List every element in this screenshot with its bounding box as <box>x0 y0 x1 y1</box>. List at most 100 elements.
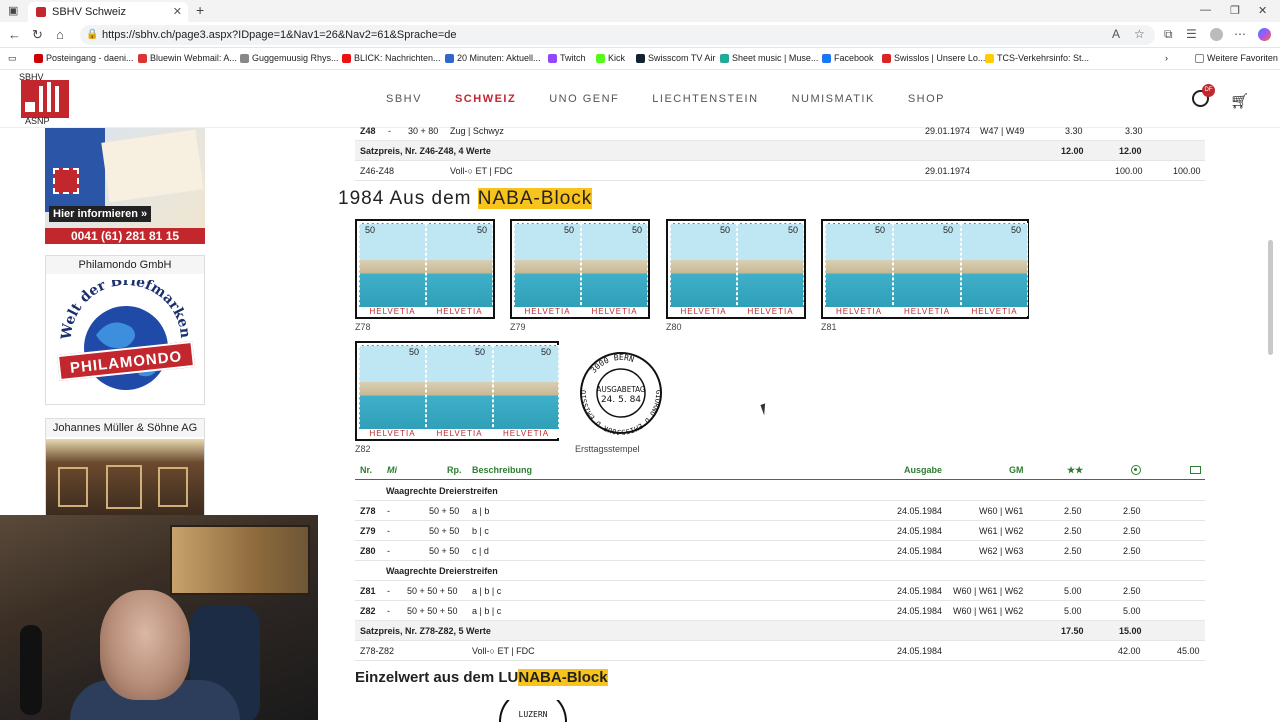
postmark-stamp[interactable]: 3000 BERN JOUR D'EMISSION GIORNO D'EMISS… <box>578 350 664 436</box>
set-price-row: Satzpreis, Nr. Z46-Z48, 4 Werte 12.00 12… <box>355 141 1205 161</box>
bookmark-item[interactable]: Bluewin Webmail: A... <box>138 53 237 63</box>
nav-schweiz[interactable]: SCHWEIZ <box>455 93 516 105</box>
ad-cta[interactable]: Hier informieren » <box>49 206 152 222</box>
collections-icon[interactable]: ☰ <box>1186 27 1197 41</box>
main-content: Z48 - 30 + 80 Zug | Schwyz 29.01.1974 W4… <box>338 126 1208 722</box>
table-row: Z48 - 30 + 80 Zug | Schwyz 29.01.1974 W4… <box>355 121 1205 141</box>
close-window-icon[interactable]: ✕ <box>1258 4 1267 17</box>
bookmark-item[interactable]: Kick <box>596 53 625 63</box>
group-row: Waagrechte Dreierstreifen <box>355 481 1205 501</box>
cart-icon[interactable]: 🛒︎ <box>1230 92 1249 110</box>
bookmark-item[interactable]: TCS-Verkehrsinfo: St... <box>985 53 1089 63</box>
stamp-z78[interactable]: 50 50 HELVETIA HELVETIA <box>355 219 495 319</box>
favicon-icon <box>36 7 46 17</box>
ad-phone: 0041 (61) 281 81 15 <box>45 228 205 244</box>
ad-stamp-image <box>45 128 105 212</box>
bookmark-item[interactable]: Twitch <box>548 53 586 63</box>
postmark-caption: Ersttagsstempel <box>575 444 640 454</box>
set-price-row: Satzpreis, Nr. Z78-Z82, 5 Werte 17.50 15… <box>355 621 1205 641</box>
main-nav: SBHV SCHWEIZ UNO GENF LIECHTENSTEIN NUMI… <box>386 93 945 105</box>
bookmark-item[interactable]: Guggemuusig Rhys... <box>240 53 339 63</box>
ad-title: Philamondo GmbH <box>46 256 204 274</box>
browser-tab[interactable]: SBHV Schweiz ✕ <box>28 2 188 22</box>
ad-letter-image <box>101 129 204 203</box>
user-badge: DF <box>1202 84 1215 97</box>
sbhv-logo[interactable]: SBHV ASNP <box>19 72 71 127</box>
svg-text:AUSGABETAG: AUSGABETAG <box>597 385 646 394</box>
chevron-right-icon[interactable]: › <box>1165 53 1168 63</box>
copilot-icon[interactable] <box>1258 28 1271 41</box>
new-tab-icon[interactable]: + <box>196 2 204 18</box>
ad-shop-image <box>46 439 204 517</box>
more-icon[interactable]: ⋯ <box>1234 27 1246 41</box>
microphone <box>20 625 42 715</box>
tab-title: SBHV Schweiz <box>52 6 126 18</box>
extensions-icon[interactable]: ⧉ <box>1164 27 1173 42</box>
ad-banner-1[interactable]: Hier informieren » 0041 (61) 281 81 15 <box>45 128 205 244</box>
minimize-icon[interactable]: — <box>1200 4 1211 16</box>
tab-actions-icon[interactable]: ▣ <box>8 4 18 17</box>
ad-banner-mueller[interactable]: Johannes Müller & Söhne AG <box>45 418 205 518</box>
read-aloud-icon[interactable]: A <box>1112 27 1120 41</box>
envelope-icon <box>1190 466 1201 474</box>
stamp-z80[interactable]: 50 50 HELVETIA HELVETIA <box>666 219 806 319</box>
svg-text:24. 5. 84: 24. 5. 84 <box>601 395 641 405</box>
back-icon[interactable]: ← <box>8 27 21 42</box>
stamp-code: Z82 <box>355 444 371 454</box>
wall-picture <box>170 525 310 595</box>
table-header: Nr. Mi Rp. Beschreibung Ausgabe GM ★★ <box>355 460 1205 480</box>
site-header: SBHV ASNP SBHV SCHWEIZ UNO GENF LIECHTEN… <box>0 70 1280 128</box>
home-icon[interactable]: ⌂ <box>56 27 64 42</box>
maximize-icon[interactable]: ❐ <box>1230 4 1240 17</box>
bookmark-item[interactable]: BLICK: Nachrichten... <box>342 53 441 63</box>
section-title-2: Einzelwert aus dem LUNABA-Block <box>355 669 608 686</box>
ad-banner-philamondo[interactable]: Philamondo GmbH Welt der Briefmarken PHI… <box>45 255 205 405</box>
bookmark-item[interactable]: Swisscom TV Air <box>636 53 715 63</box>
profile-icon[interactable] <box>1210 28 1223 41</box>
table-row: Z78 - 50 + 50 a | b 24.05.1984 W60 | W61… <box>355 501 1205 521</box>
fdc-row: Z78-Z82 Voll-○ ET | FDC 24.05.1984 42.00… <box>355 641 1205 661</box>
svg-text:3000 BERN: 3000 BERN <box>589 353 635 375</box>
nav-uno-genf[interactable]: UNO GENF <box>549 93 619 105</box>
bookmark-item[interactable]: 20 Minuten: Aktuell... <box>445 53 541 63</box>
stamp-z79[interactable]: 50 50 HELVETIA HELVETIA <box>510 219 650 319</box>
bookmark-item[interactable]: Swisslos | Unsere Lo... <box>882 53 985 63</box>
circle-dot-icon <box>1131 465 1141 475</box>
fdc-row: Z46-Z48 Voll-○ ET | FDC 29.01.1974 100.0… <box>355 161 1205 181</box>
favorite-star-icon[interactable]: ☆ <box>1134 27 1145 41</box>
stamp-z81[interactable]: 50 50 50 HELVETIA HELVETIA HELVETIA <box>821 219 1029 319</box>
stamp-code: Z81 <box>821 322 837 332</box>
globe-logo-icon: Welt der Briefmarken <box>58 280 193 390</box>
section-title: 1984 Aus dem NABA-Block <box>338 188 593 209</box>
webcam-overlay <box>0 515 318 720</box>
nav-numismatik[interactable]: NUMISMATIK <box>792 93 875 105</box>
bookmark-item[interactable]: Facebook <box>822 53 874 63</box>
nav-shop[interactable]: SHOP <box>908 93 945 105</box>
url-text: https://sbhv.ch/page3.aspx?IDpage=1&Nav1… <box>102 29 457 41</box>
person-head <box>100 590 190 700</box>
stamp-code: Z80 <box>666 322 682 332</box>
bookmarks-panel-icon[interactable]: ▭ <box>8 53 17 64</box>
nav-sbhv[interactable]: SBHV <box>386 93 422 105</box>
other-bookmarks[interactable]: Weitere Favoriten <box>1195 53 1278 63</box>
logo-text-bottom: ASNP <box>25 116 50 126</box>
table-row: Z79 - 50 + 50 b | c 24.05.1984 W61 | W62… <box>355 521 1205 541</box>
stamp-z82[interactable]: 50 50 50 HELVETIA HELVETIA HELVETIA <box>355 341 559 441</box>
lock-icon: 🔒 <box>86 29 99 40</box>
scrollbar-thumb[interactable] <box>1268 240 1273 355</box>
table-row: Z81 - 50 + 50 + 50 a | b | c 24.05.1984 … <box>355 581 1205 601</box>
table-row: Z82 - 50 + 50 + 50 a | b | c 24.05.1984 … <box>355 601 1205 621</box>
browser-tab-bar: ▣ SBHV Schweiz ✕ + — ❐ ✕ <box>0 0 1280 22</box>
postmark-partial: LUZERN <box>499 700 567 722</box>
group-row: Waagrechte Dreierstreifen <box>355 561 1205 581</box>
stamp-code: Z79 <box>510 322 526 332</box>
table-row: Z80 - 50 + 50 c | d 24.05.1984 W62 | W63… <box>355 541 1205 561</box>
close-tab-icon[interactable]: ✕ <box>173 5 182 18</box>
bookmark-item[interactable]: Posteingang - daeni... <box>34 53 134 63</box>
bookmark-item[interactable]: Sheet music | Muse... <box>720 53 818 63</box>
nav-liechtenstein[interactable]: LIECHTENSTEIN <box>652 93 758 105</box>
refresh-icon[interactable]: ↻ <box>32 27 43 43</box>
logo-text-top: SBHV <box>19 72 44 82</box>
url-field[interactable]: 🔒 https://sbhv.ch/page3.aspx?IDpage=1&Na… <box>80 25 1155 45</box>
svg-text:LUZERN: LUZERN <box>519 710 548 719</box>
